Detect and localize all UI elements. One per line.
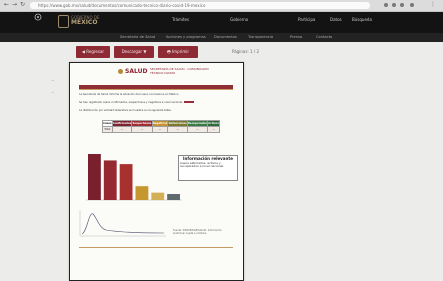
reload-icon[interactable]: ↻	[20, 2, 25, 8]
subnav-link[interactable]: Secretaría de Salud	[120, 35, 155, 39]
extension-icon[interactable]	[384, 3, 388, 7]
nav-link[interactable]: Gobierno	[230, 17, 248, 22]
subnav-link[interactable]: Contacto	[316, 35, 332, 39]
shield-icon	[58, 15, 69, 28]
bar-1	[88, 154, 101, 200]
table-cell: Total	[102, 126, 113, 133]
bar-6	[167, 194, 180, 200]
emblem-icon	[118, 69, 123, 74]
brand-text: SALUD	[125, 68, 148, 75]
nav-link[interactable]: Búsqueda	[352, 17, 372, 22]
paragraph: Se han registrado casos confirmados, sos…	[79, 101, 233, 104]
document-title: SECRETARÍA DE SALUD · COMUNICADO TÉCNICO…	[150, 67, 209, 75]
cases-table: Casos Confirmados Sospechosos Negativos …	[102, 120, 220, 133]
print-button[interactable]: 🖶 Imprimir	[158, 46, 198, 58]
margin-marker: —	[51, 78, 55, 82]
bar-4	[135, 186, 149, 200]
table-cell: —	[207, 126, 220, 133]
extension-icon[interactable]	[392, 3, 396, 7]
gobierno-logo[interactable]: GOBIERNO DE MÉXICO	[58, 14, 116, 30]
info-box-text: Casos estimados, activos y recuperados a…	[180, 160, 225, 169]
table-cell: —	[167, 126, 188, 133]
paragraph: La distribución por entidad federativa s…	[79, 109, 172, 112]
menu-icon[interactable]	[34, 13, 42, 21]
paragraph: La Secretaría de Salud informa la situac…	[79, 93, 180, 96]
source-note: Fuente: SINAVE/DGE/SALUD. Información pr…	[173, 229, 222, 235]
salud-logo: SALUD	[118, 68, 147, 75]
table-cell: —	[186, 126, 209, 133]
url-text: https://www.gob.mx/salud/documentos/comu…	[38, 3, 206, 8]
table-row: Total — — — — — —	[102, 126, 220, 133]
page-counter: Páginas: 1 / 2	[232, 49, 260, 54]
back-icon[interactable]: ←	[4, 2, 9, 8]
logo-line-2: MÉXICO	[71, 19, 98, 26]
bar-2	[103, 160, 117, 200]
footer-divider	[79, 247, 233, 248]
table-cell: —	[111, 126, 133, 133]
curve-line	[81, 213, 165, 235]
url-bar[interactable]: https://www.gob.mx/salud/documentos/comu…	[30, 2, 370, 9]
subnav-link[interactable]: Acciones y programas	[166, 35, 206, 39]
browser-menu-icon[interactable]: ⋮	[430, 2, 436, 8]
extension-icon[interactable]	[400, 3, 404, 7]
bar-5	[151, 192, 165, 200]
back-button[interactable]: ◀ Regresar	[76, 46, 110, 58]
extension-icon[interactable]	[410, 3, 414, 7]
subnav-link[interactable]: Documentos	[214, 35, 237, 39]
nav-link[interactable]: Datos	[330, 17, 342, 22]
bar-3	[119, 164, 133, 200]
table-cell: —	[131, 126, 153, 133]
subnav-link[interactable]: Transparencia	[248, 35, 273, 39]
margin-marker: —	[51, 90, 55, 94]
download-button[interactable]: Descargar ▼	[114, 46, 154, 58]
nav-link[interactable]: Participa	[298, 17, 315, 22]
subnav-link[interactable]: Prensa	[290, 35, 302, 39]
divider	[79, 89, 233, 90]
table-cell: —	[151, 126, 169, 133]
document-page: SALUD SECRETARÍA DE SALUD · COMUNICADO T…	[69, 62, 244, 281]
epidemic-curve	[79, 210, 166, 237]
forward-icon[interactable]: →	[12, 2, 17, 8]
info-box: Información relevante Casos estimados, a…	[178, 155, 238, 181]
nav-link[interactable]: Trámites	[172, 17, 189, 22]
